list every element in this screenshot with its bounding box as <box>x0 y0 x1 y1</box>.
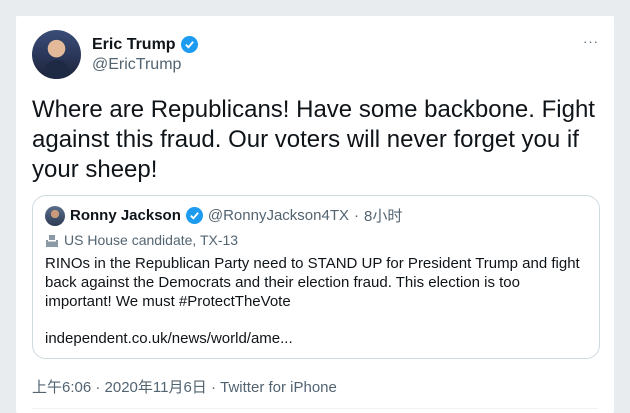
tweet-text: Where are Republicans! Have some backbon… <box>32 96 595 183</box>
ballot-box-icon <box>45 234 59 247</box>
quoted-tweet[interactable]: Ronny Jackson @RonnyJackson4TX · 8小时 US … <box>32 195 600 359</box>
quoted-handle: @RonnyJackson4TX <box>207 207 349 224</box>
divider <box>32 408 598 409</box>
author-display-name[interactable]: Eric Trump <box>92 36 176 54</box>
quoted-verified-badge-icon <box>185 207 203 224</box>
quoted-separator: · <box>354 207 359 224</box>
more-dots-icon[interactable]: ··· <box>583 34 599 49</box>
tweet-metadata[interactable]: 上午6:06 · 2020年11月6日 · Twitter for iPhone <box>32 376 337 397</box>
quoted-candidate-label: US House candidate, TX-13 <box>45 232 587 248</box>
tweet-header: Eric Trump @EricTrump <box>32 30 198 79</box>
quoted-header: Ronny Jackson @RonnyJackson4TX · 8小时 <box>45 205 587 226</box>
author-block: Eric Trump @EricTrump <box>92 36 198 74</box>
quoted-text: RINOs in the Republican Party need to ST… <box>45 255 580 310</box>
avatar[interactable] <box>32 30 81 79</box>
quoted-time: 8小时 <box>364 208 403 225</box>
author-handle[interactable]: @EricTrump <box>92 56 198 74</box>
quoted-display-name: Ronny Jackson <box>70 207 181 224</box>
quoted-avatar <box>45 205 65 226</box>
quoted-label-text: US House candidate, TX-13 <box>64 232 239 248</box>
tweet-card: Eric Trump @EricTrump ··· Where are Repu… <box>16 16 614 413</box>
quoted-link[interactable]: independent.co.uk/news/world/ame... <box>45 330 587 347</box>
verified-badge-icon <box>180 36 198 53</box>
